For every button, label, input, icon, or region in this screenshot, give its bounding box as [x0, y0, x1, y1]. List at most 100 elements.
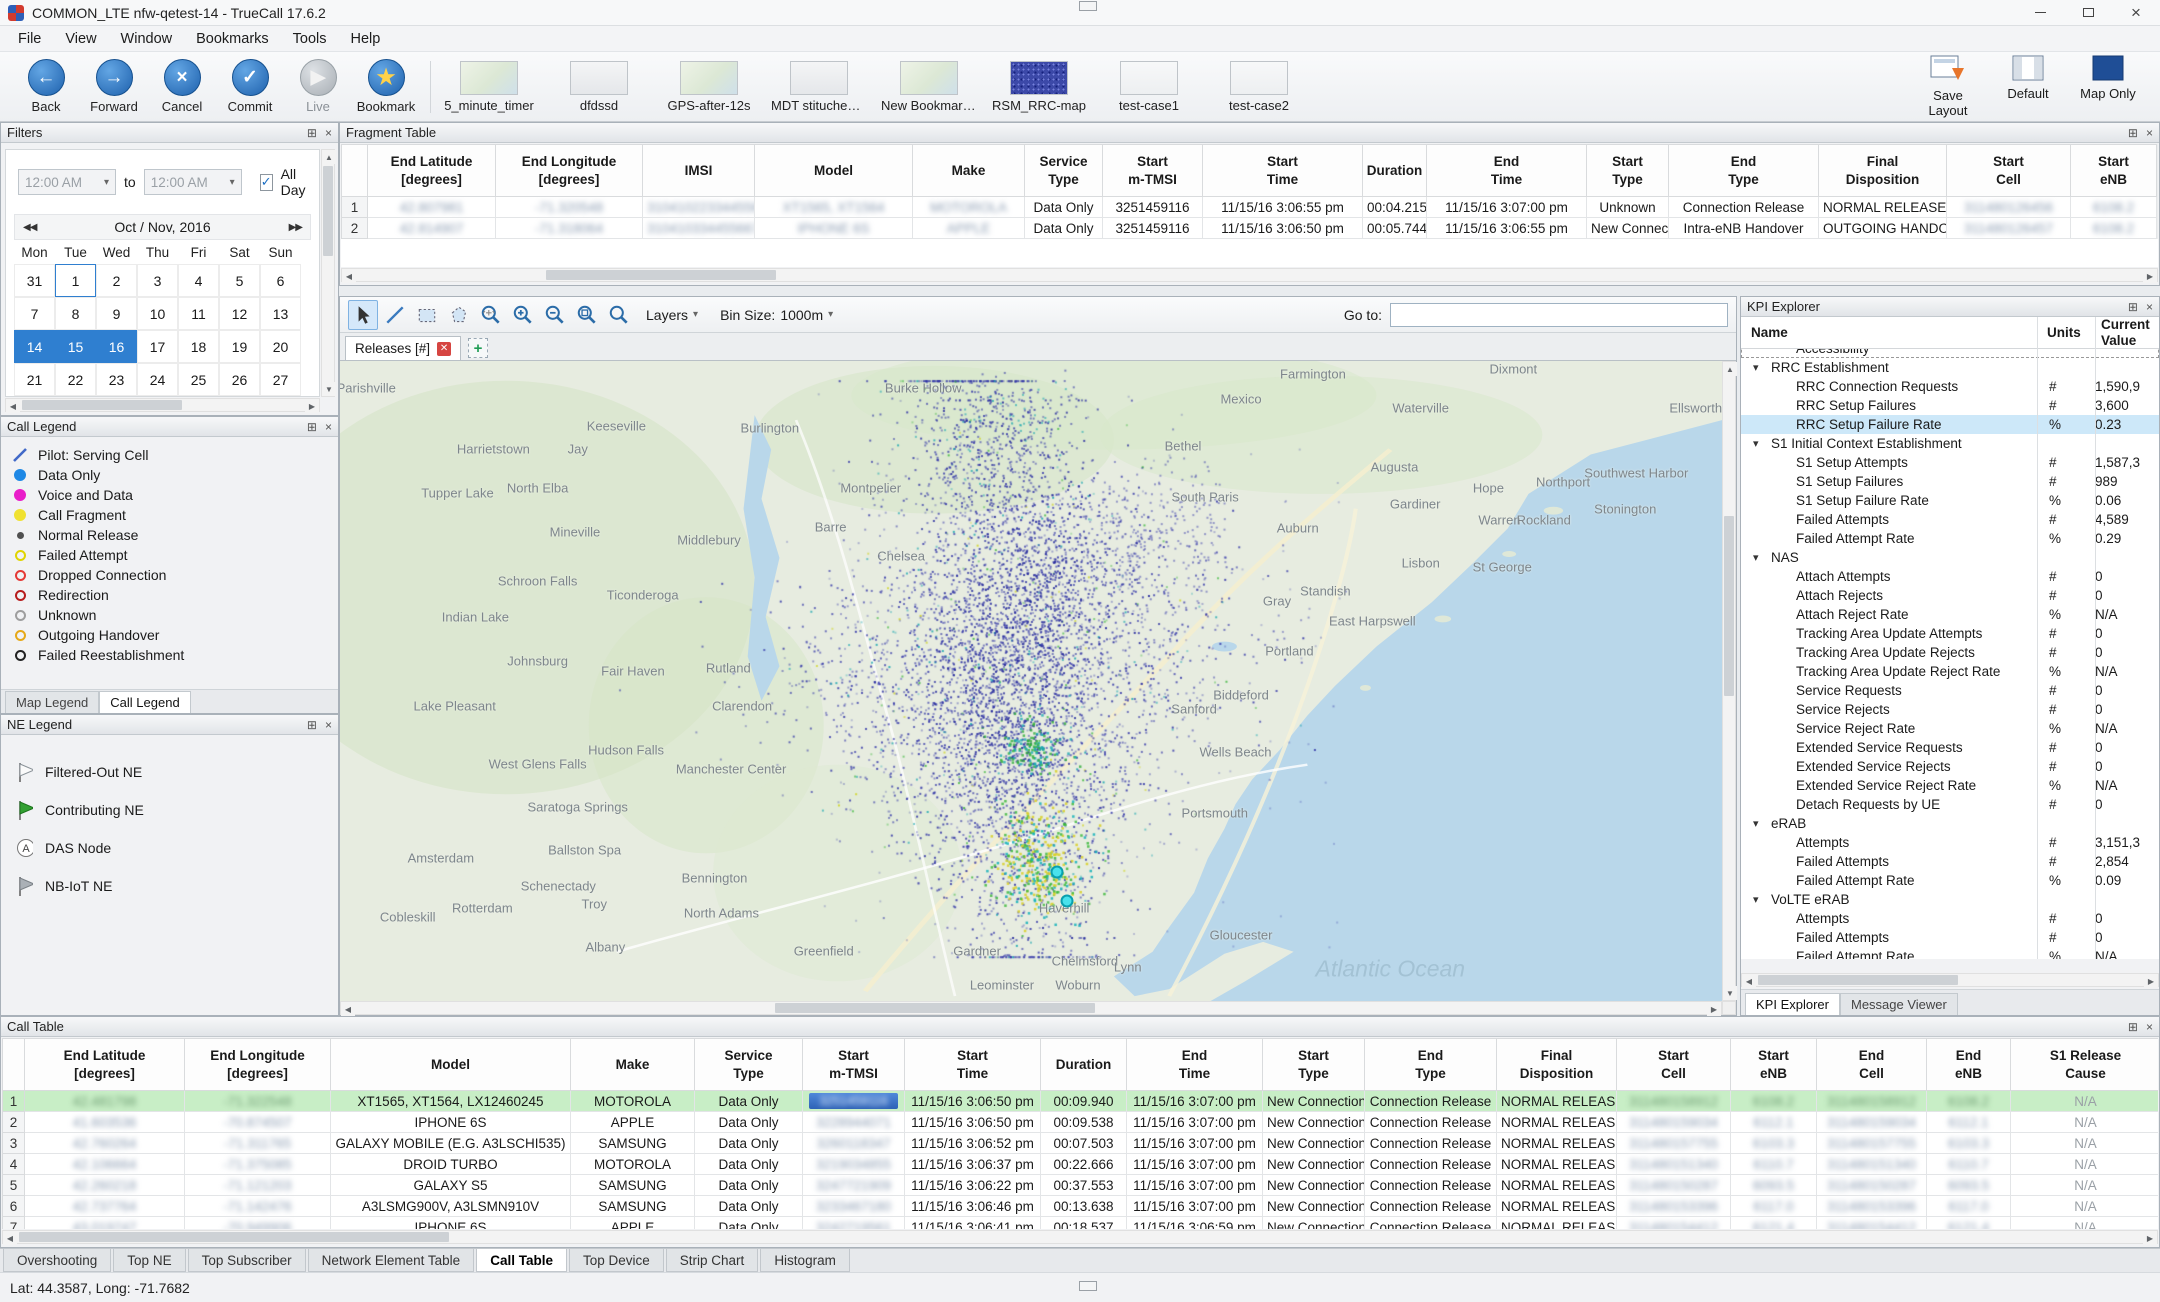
chevron-down-icon[interactable]: ▾ — [1749, 817, 1771, 830]
kpi-row-rrc-setup-failures[interactable]: RRC Setup Failures#3,600 — [1741, 396, 2159, 415]
calendar-day-3[interactable]: 3 — [137, 264, 178, 297]
scroll-left-icon[interactable]: ◀ — [1742, 974, 1756, 988]
column-header-end-time[interactable]: End Time — [1127, 1039, 1263, 1091]
time-from-select[interactable]: 12:00 AM▾ — [18, 169, 116, 195]
column-header-make[interactable]: Make — [571, 1039, 695, 1091]
float-panel-icon[interactable]: ⊞ — [307, 421, 317, 433]
splitter-handle-bottom[interactable] — [1079, 1281, 1097, 1291]
tab-releases[interactable]: Releases [#] ✕ — [345, 336, 461, 360]
calendar-day-10[interactable]: 10 — [137, 297, 178, 330]
select-cursor-button[interactable] — [348, 300, 378, 330]
map-horizontal-scrollbar[interactable]: ◀ ▶ — [340, 1001, 1722, 1015]
scroll-up-icon[interactable]: ▲ — [322, 150, 336, 164]
kpi-row-detach-requests-by-ue[interactable]: Detach Requests by UE#0 — [1741, 795, 2159, 814]
bookmark-test-case1[interactable]: test-case1 — [1101, 61, 1197, 113]
calendar-day-14[interactable]: 14 — [14, 330, 55, 363]
column-header-start-enb[interactable]: Start eNB — [1731, 1039, 1817, 1091]
calendar-day-20[interactable]: 20 — [260, 330, 301, 363]
scroll-left-icon[interactable]: ◀ — [6, 399, 20, 413]
kpi-row-s1-setup-failure-rate[interactable]: S1 Setup Failure Rate%0.06 — [1741, 491, 2159, 510]
kpi-horizontal-scrollbar[interactable]: ◀ ▶ — [1741, 973, 2159, 987]
menu-view[interactable]: View — [53, 28, 108, 50]
calendar-day-27[interactable]: 27 — [260, 363, 301, 396]
column-header-start-m-tmsi[interactable]: Start m-TMSI — [803, 1039, 905, 1091]
table-row[interactable]: 241.603536-70.874507IPHONE 6SAPPLEData O… — [3, 1112, 2159, 1133]
scroll-up-icon[interactable]: ▲ — [1723, 362, 1737, 376]
kpi-row-service-requests[interactable]: Service Requests#0 — [1741, 681, 2159, 700]
menu-help[interactable]: Help — [339, 28, 393, 50]
tab-map-legend[interactable]: Map Legend — [5, 691, 99, 713]
column-header-name[interactable]: Name — [1751, 317, 1788, 348]
tab-top-subscriber[interactable]: Top Subscriber — [188, 1249, 306, 1272]
commit-button[interactable]: ✓Commit — [216, 59, 284, 114]
chevron-down-icon[interactable]: ▾ — [1749, 437, 1771, 450]
zoom-window-button[interactable] — [604, 300, 634, 330]
chevron-down-icon[interactable]: ▾ — [1749, 361, 1771, 374]
zoom-extent-button[interactable] — [476, 300, 506, 330]
calendar-day-13[interactable]: 13 — [260, 297, 301, 330]
calendar-day-11[interactable]: 11 — [178, 297, 219, 330]
column-header-end-latitude-degrees[interactable]: End Latitude [degrees] — [25, 1039, 185, 1091]
splitter-handle-top[interactable] — [1079, 1, 1097, 11]
float-panel-icon[interactable]: ⊞ — [2128, 1021, 2138, 1033]
kpi-row-attempts[interactable]: Attempts#3,151,3 — [1741, 833, 2159, 852]
bookmark-mdt-stituched-calls[interactable]: MDT stituched calls — [771, 61, 867, 113]
column-header-start-m-tmsi[interactable]: Start m-TMSI — [1103, 145, 1203, 197]
kpi-row-service-rejects[interactable]: Service Rejects#0 — [1741, 700, 2159, 719]
kpi-row-tracking-area-update-rejects[interactable]: Tracking Area Update Rejects#0 — [1741, 643, 2159, 662]
calendar-day-25[interactable]: 25 — [178, 363, 219, 396]
bin-size-dropdown[interactable]: Bin Size: 1000m ▾ — [710, 307, 843, 323]
close-panel-icon[interactable]: × — [325, 719, 332, 731]
kpi-row-service-reject-rate[interactable]: Service Reject Rate%N/A — [1741, 719, 2159, 738]
float-panel-icon[interactable]: ⊞ — [307, 719, 317, 731]
table-row[interactable]: 542.260218-71.121203GALAXY S5SAMSUNGData… — [3, 1175, 2159, 1196]
add-tab-button[interactable]: + — [468, 338, 488, 358]
calendar-day-8[interactable]: 8 — [55, 297, 96, 330]
calendar-day-22[interactable]: 22 — [55, 363, 96, 396]
column-header-make[interactable]: Make — [913, 145, 1025, 197]
bookmark-gps-after-12s[interactable]: GPS-after-12s — [661, 61, 757, 113]
kpi-row-failed-attempts[interactable]: Failed Attempts#2,854 — [1741, 852, 2159, 871]
table-row[interactable]: 142.807981-71.320548310410223344556XT156… — [342, 197, 2158, 218]
column-header-duration[interactable]: Duration — [1041, 1039, 1127, 1091]
kpi-row-erab[interactable]: ▾eRAB — [1741, 814, 2159, 833]
column-header-s1-release-cause[interactable]: S1 Release Cause — [2011, 1039, 2159, 1091]
column-header-end-time[interactable]: End Time — [1427, 145, 1587, 197]
all-day-checkbox[interactable]: ✓ — [260, 174, 273, 191]
tab-network-element-table[interactable]: Network Element Table — [308, 1249, 475, 1272]
calendar-day-26[interactable]: 26 — [219, 363, 260, 396]
scroll-left-icon[interactable]: ◀ — [341, 1002, 355, 1016]
calendar-day-24[interactable]: 24 — [137, 363, 178, 396]
close-tab-icon[interactable]: ✕ — [437, 342, 451, 356]
kpi-row-s1-setup-failures[interactable]: S1 Setup Failures#989 — [1741, 472, 2159, 491]
tab-call-legend[interactable]: Call Legend — [99, 691, 190, 713]
filters-vertical-scrollbar[interactable]: ▲ ▼ — [321, 149, 335, 397]
column-header-end-cell[interactable]: End Cell — [1817, 1039, 1927, 1091]
menu-window[interactable]: Window — [109, 28, 185, 50]
column-header-start-time[interactable]: Start Time — [1203, 145, 1363, 197]
kpi-row-s1-setup-attempts[interactable]: S1 Setup Attempts#1,587,3 — [1741, 453, 2159, 472]
close-panel-icon[interactable]: × — [325, 127, 332, 139]
calendar-day-23[interactable]: 23 — [96, 363, 137, 396]
column-header-model[interactable]: Model — [755, 145, 913, 197]
chevron-down-icon[interactable]: ▾ — [1749, 551, 1771, 564]
close-button[interactable]: × — [2112, 0, 2160, 25]
column-header-start-cell[interactable]: Start Cell — [1947, 145, 2071, 197]
bookmark-test-case2[interactable]: test-case2 — [1211, 61, 1307, 113]
kpi-row-rrc-establishment[interactable]: ▾RRC Establishment — [1741, 358, 2159, 377]
tab-call-table[interactable]: Call Table — [476, 1249, 567, 1272]
zoom-box-button[interactable] — [572, 300, 602, 330]
calendar-day-18[interactable]: 18 — [178, 330, 219, 363]
calendar-day-7[interactable]: 7 — [14, 297, 55, 330]
scroll-right-icon[interactable]: ▶ — [1707, 1002, 1721, 1016]
tab-message-viewer[interactable]: Message Viewer — [1840, 993, 1958, 1015]
kpi-row-failed-attempts[interactable]: Failed Attempts#0 — [1741, 928, 2159, 947]
zoom-in-button[interactable] — [508, 300, 538, 330]
table-row[interactable]: 342.760264-71.311765GALAXY MOBILE (E.G. … — [3, 1133, 2159, 1154]
bookmark-new-bookmark-name[interactable]: New Bookmark Name — [881, 61, 977, 113]
table-row[interactable]: 743.019747-70.949906IPHONE 6SAPPLEData O… — [3, 1217, 2159, 1230]
menu-bookmarks[interactable]: Bookmarks — [184, 28, 281, 50]
tab-overshooting[interactable]: Overshooting — [3, 1249, 111, 1272]
tab-top-ne[interactable]: Top NE — [113, 1249, 185, 1272]
column-header-start-time[interactable]: Start Time — [905, 1039, 1041, 1091]
